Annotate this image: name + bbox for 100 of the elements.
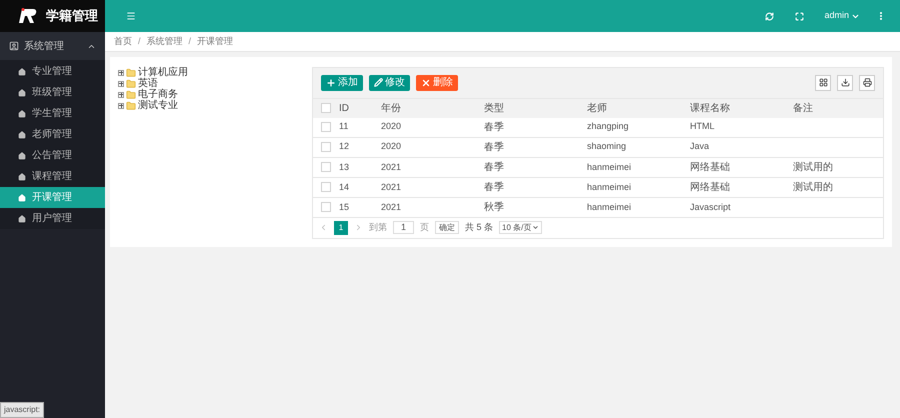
table-cell: 秋季 — [484, 202, 504, 213]
checkbox[interactable] — [321, 182, 331, 192]
folder-icon — [126, 90, 136, 100]
table-cell: 15 — [339, 202, 350, 212]
printer-icon — [862, 78, 872, 88]
tree-node[interactable]: 英语 — [138, 78, 158, 88]
table-cell: hanmeimei — [587, 182, 632, 192]
sidebar-item[interactable]: 班级管理 — [0, 82, 105, 103]
table-cell: 测试用的 — [793, 182, 833, 193]
column-header: 年份 — [381, 102, 401, 114]
breadcrumb-link[interactable]: 系统管理 — [146, 34, 183, 48]
page-input[interactable]: 1 — [393, 221, 414, 234]
house-icon — [18, 110, 26, 118]
tree-node[interactable]: 电子商务 — [138, 90, 178, 100]
tree-toggle-icon[interactable] — [118, 80, 124, 86]
grid-icon — [818, 78, 828, 88]
page-button[interactable]: 1 — [334, 220, 348, 235]
table-cell: Javascript — [690, 202, 731, 212]
table-cell: 2021 — [381, 202, 402, 212]
table-cell: 网络基础 — [690, 182, 730, 193]
sidebar-item[interactable]: 课程管理 — [0, 166, 105, 187]
sidebar-item[interactable]: 用户管理 — [0, 208, 105, 229]
table-cell: hanmeimei — [587, 162, 632, 172]
download-icon — [840, 78, 850, 88]
edit-button[interactable]: 修改 — [369, 74, 410, 91]
table-cell: 11 — [339, 121, 348, 132]
checkbox[interactable] — [321, 103, 331, 114]
house-icon — [18, 88, 26, 96]
breadcrumb-separator: / — [188, 34, 192, 48]
house-icon — [18, 214, 26, 222]
house-icon — [18, 172, 26, 180]
column-header: ID — [339, 102, 349, 114]
tree-toggle-icon[interactable] — [118, 92, 124, 98]
total-count: 共 5 条 — [465, 221, 494, 234]
print-button[interactable] — [859, 74, 875, 91]
user-card-icon — [9, 41, 19, 51]
house-icon — [18, 68, 26, 76]
tree-toggle-icon[interactable] — [118, 70, 124, 76]
table-cell: HTML — [690, 121, 714, 132]
pencil-icon — [374, 78, 383, 88]
table-cell: 测试用的 — [793, 162, 833, 173]
fullscreen-icon[interactable] — [795, 12, 804, 20]
add-button[interactable]: 添加 — [321, 74, 363, 91]
table-cell: 2020 — [381, 141, 402, 152]
checkbox[interactable] — [321, 122, 331, 132]
columns-button[interactable] — [815, 74, 831, 91]
refresh-icon[interactable] — [765, 12, 774, 20]
confirm-button[interactable]: 确定 — [435, 221, 459, 234]
table-cell: 13 — [339, 162, 350, 172]
house-icon — [18, 152, 26, 160]
table-cell: 14 — [339, 182, 350, 192]
table-cell: 网络基础 — [690, 162, 730, 173]
house-icon — [18, 194, 26, 202]
table-cell: 12 — [339, 141, 350, 152]
table-cell: Java — [690, 141, 710, 152]
checkbox[interactable] — [321, 162, 331, 172]
table-cell: zhangping — [587, 121, 629, 132]
prev-page-icon[interactable] — [319, 223, 328, 232]
tree-node[interactable]: 计算机应用 — [138, 68, 188, 78]
column-header: 老师 — [587, 102, 607, 114]
goto-label: 到第 — [369, 221, 387, 234]
breadcrumb-link[interactable]: 首页 — [114, 34, 132, 48]
tree-toggle-icon[interactable] — [118, 102, 124, 108]
table-cell: 春季 — [484, 122, 504, 133]
sidebar-section[interactable]: 系统管理 — [0, 32, 105, 60]
sidebar-item[interactable]: 专业管理 — [0, 61, 105, 82]
table-cell: 春季 — [484, 182, 504, 193]
page-size-select[interactable]: 10 条/页 — [499, 221, 542, 234]
folder-icon — [126, 68, 136, 78]
checkbox[interactable] — [321, 202, 331, 212]
export-button[interactable] — [837, 74, 853, 91]
sidebar-item[interactable]: 学生管理 — [0, 103, 105, 124]
tree-node[interactable]: 测试专业 — [138, 100, 178, 110]
close-icon — [421, 78, 431, 88]
column-header: 类型 — [484, 102, 504, 114]
status-bar: javascript: — [0, 402, 44, 418]
menu-icon[interactable] — [126, 11, 136, 21]
column-header: 备注 — [793, 102, 813, 114]
page-unit: 页 — [420, 221, 429, 234]
house-icon — [18, 130, 26, 138]
plus-icon — [326, 78, 336, 88]
next-page-icon[interactable] — [354, 223, 363, 232]
brand-title: 学籍管理 — [46, 7, 98, 26]
table-cell: 2021 — [381, 162, 402, 172]
breadcrumb-separator: / — [138, 34, 141, 48]
table-cell: 2020 — [381, 121, 402, 132]
caret-icon — [532, 224, 540, 232]
breadcrumb-link[interactable]: 开课管理 — [197, 34, 234, 48]
folder-icon — [126, 78, 136, 88]
logo-icon — [18, 8, 38, 24]
table-cell: 春季 — [484, 162, 504, 173]
sidebar-item[interactable]: 公告管理 — [0, 145, 105, 166]
checkbox[interactable] — [321, 142, 331, 152]
table-cell: hanmeimei — [587, 202, 632, 212]
folder-icon — [126, 100, 136, 110]
table-cell: shaoming — [587, 141, 626, 152]
column-header: 课程名称 — [690, 102, 730, 114]
table-cell: 2021 — [381, 182, 402, 192]
table-cell: 春季 — [484, 142, 504, 153]
sidebar-item[interactable]: 老师管理 — [0, 124, 105, 145]
